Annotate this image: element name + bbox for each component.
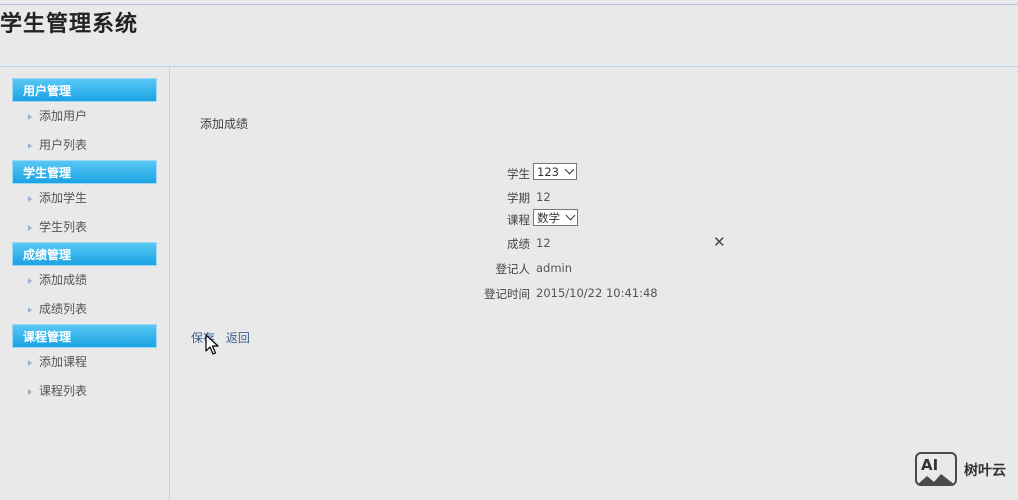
back-link[interactable]: 返回: [226, 331, 250, 345]
triangle-right-icon: [28, 359, 32, 366]
sidebar-item-add-student[interactable]: 添加学生: [12, 184, 157, 213]
sidebar-header-courses[interactable]: 课程管理: [12, 324, 157, 348]
score-value[interactable]: 12: [536, 236, 551, 250]
sidebar-item-add-score[interactable]: 添加成绩: [12, 266, 157, 295]
student-select-value: 123: [537, 165, 559, 179]
sidebar-header-students[interactable]: 学生管理: [12, 160, 157, 184]
course-row: 课程 数学: [440, 209, 760, 229]
page-heading: 添加成绩: [200, 117, 249, 131]
score-row: 成绩 12 ✕: [440, 233, 760, 253]
sidebar-section-scores: 成绩管理 添加成绩 成绩列表: [12, 242, 157, 324]
term-label: 学期: [507, 191, 530, 205]
score-label: 成绩: [507, 237, 530, 251]
student-label: 学生: [507, 167, 530, 181]
sidebar-item-label: 课程列表: [39, 384, 88, 398]
sidebar-item-label: 添加用户: [39, 109, 88, 123]
student-select[interactable]: 123: [533, 163, 577, 180]
top-divider: [0, 4, 1018, 5]
triangle-right-icon: [28, 388, 32, 395]
record-time-label: 登记时间: [484, 287, 530, 301]
sidebar-item-course-list[interactable]: 课程列表: [12, 377, 157, 406]
recorder-row: 登记人 admin: [440, 258, 760, 278]
sidebar-section-users: 用户管理 添加用户 用户列表: [12, 78, 157, 160]
record-time-value: 2015/10/22 10:41:48: [536, 286, 658, 300]
sidebar-item-add-user[interactable]: 添加用户: [12, 102, 157, 131]
course-label: 课程: [507, 213, 530, 227]
sidebar-item-student-list[interactable]: 学生列表: [12, 213, 157, 242]
sidebar-item-add-course[interactable]: 添加课程: [12, 348, 157, 377]
chevron-down-icon: [564, 164, 575, 175]
sidebar-header-users[interactable]: 用户管理: [12, 78, 157, 102]
chevron-down-icon: [565, 210, 576, 221]
sidebar-item-label: 学生列表: [39, 220, 88, 234]
sidebar-header-scores[interactable]: 成绩管理: [12, 242, 157, 266]
sidebar-item-user-list[interactable]: 用户列表: [12, 131, 157, 160]
watermark-logo-icon: AI: [915, 452, 957, 486]
sidebar-item-label: 添加成绩: [39, 273, 88, 287]
triangle-right-icon: [28, 113, 32, 120]
recorder-value: admin: [536, 261, 573, 275]
recorder-label: 登记人: [495, 262, 531, 276]
sidebar-section-courses: 课程管理 添加课程 课程列表: [12, 324, 157, 406]
watermark-text: 树叶云: [964, 463, 1006, 479]
term-value[interactable]: 12: [536, 190, 551, 204]
mountain-icon: [917, 474, 955, 485]
sidebar-divider: [169, 66, 170, 500]
triangle-right-icon: [28, 195, 32, 202]
header-divider: [0, 66, 1018, 67]
close-icon[interactable]: ✕: [713, 233, 726, 251]
watermark: AI 树叶云: [915, 452, 1015, 492]
form-actions: 保存 返回: [191, 329, 257, 346]
course-select-value: 数学: [537, 211, 560, 225]
app-title: 学生管理系统: [0, 12, 139, 37]
triangle-right-icon: [28, 142, 32, 149]
triangle-right-icon: [28, 224, 32, 231]
triangle-right-icon: [28, 277, 32, 284]
sidebar-section-students: 学生管理 添加学生 学生列表: [12, 160, 157, 242]
sidebar-item-label: 添加学生: [39, 191, 88, 205]
triangle-right-icon: [28, 306, 32, 313]
sidebar-item-score-list[interactable]: 成绩列表: [12, 295, 157, 324]
sidebar-item-label: 成绩列表: [39, 302, 88, 316]
term-row: 学期 12: [440, 187, 760, 207]
mouse-cursor-icon: [205, 334, 219, 355]
student-row: 学生 123: [440, 163, 760, 183]
sidebar-item-label: 用户列表: [39, 138, 88, 152]
sidebar-item-label: 添加课程: [39, 355, 88, 369]
record-time-row: 登记时间 2015/10/22 10:41:48: [440, 283, 760, 303]
sidebar: 用户管理 添加用户 用户列表 学生管理 添加学生 学生列表 成绩管理 添加成绩 …: [12, 78, 157, 406]
course-select[interactable]: 数学: [533, 209, 578, 226]
